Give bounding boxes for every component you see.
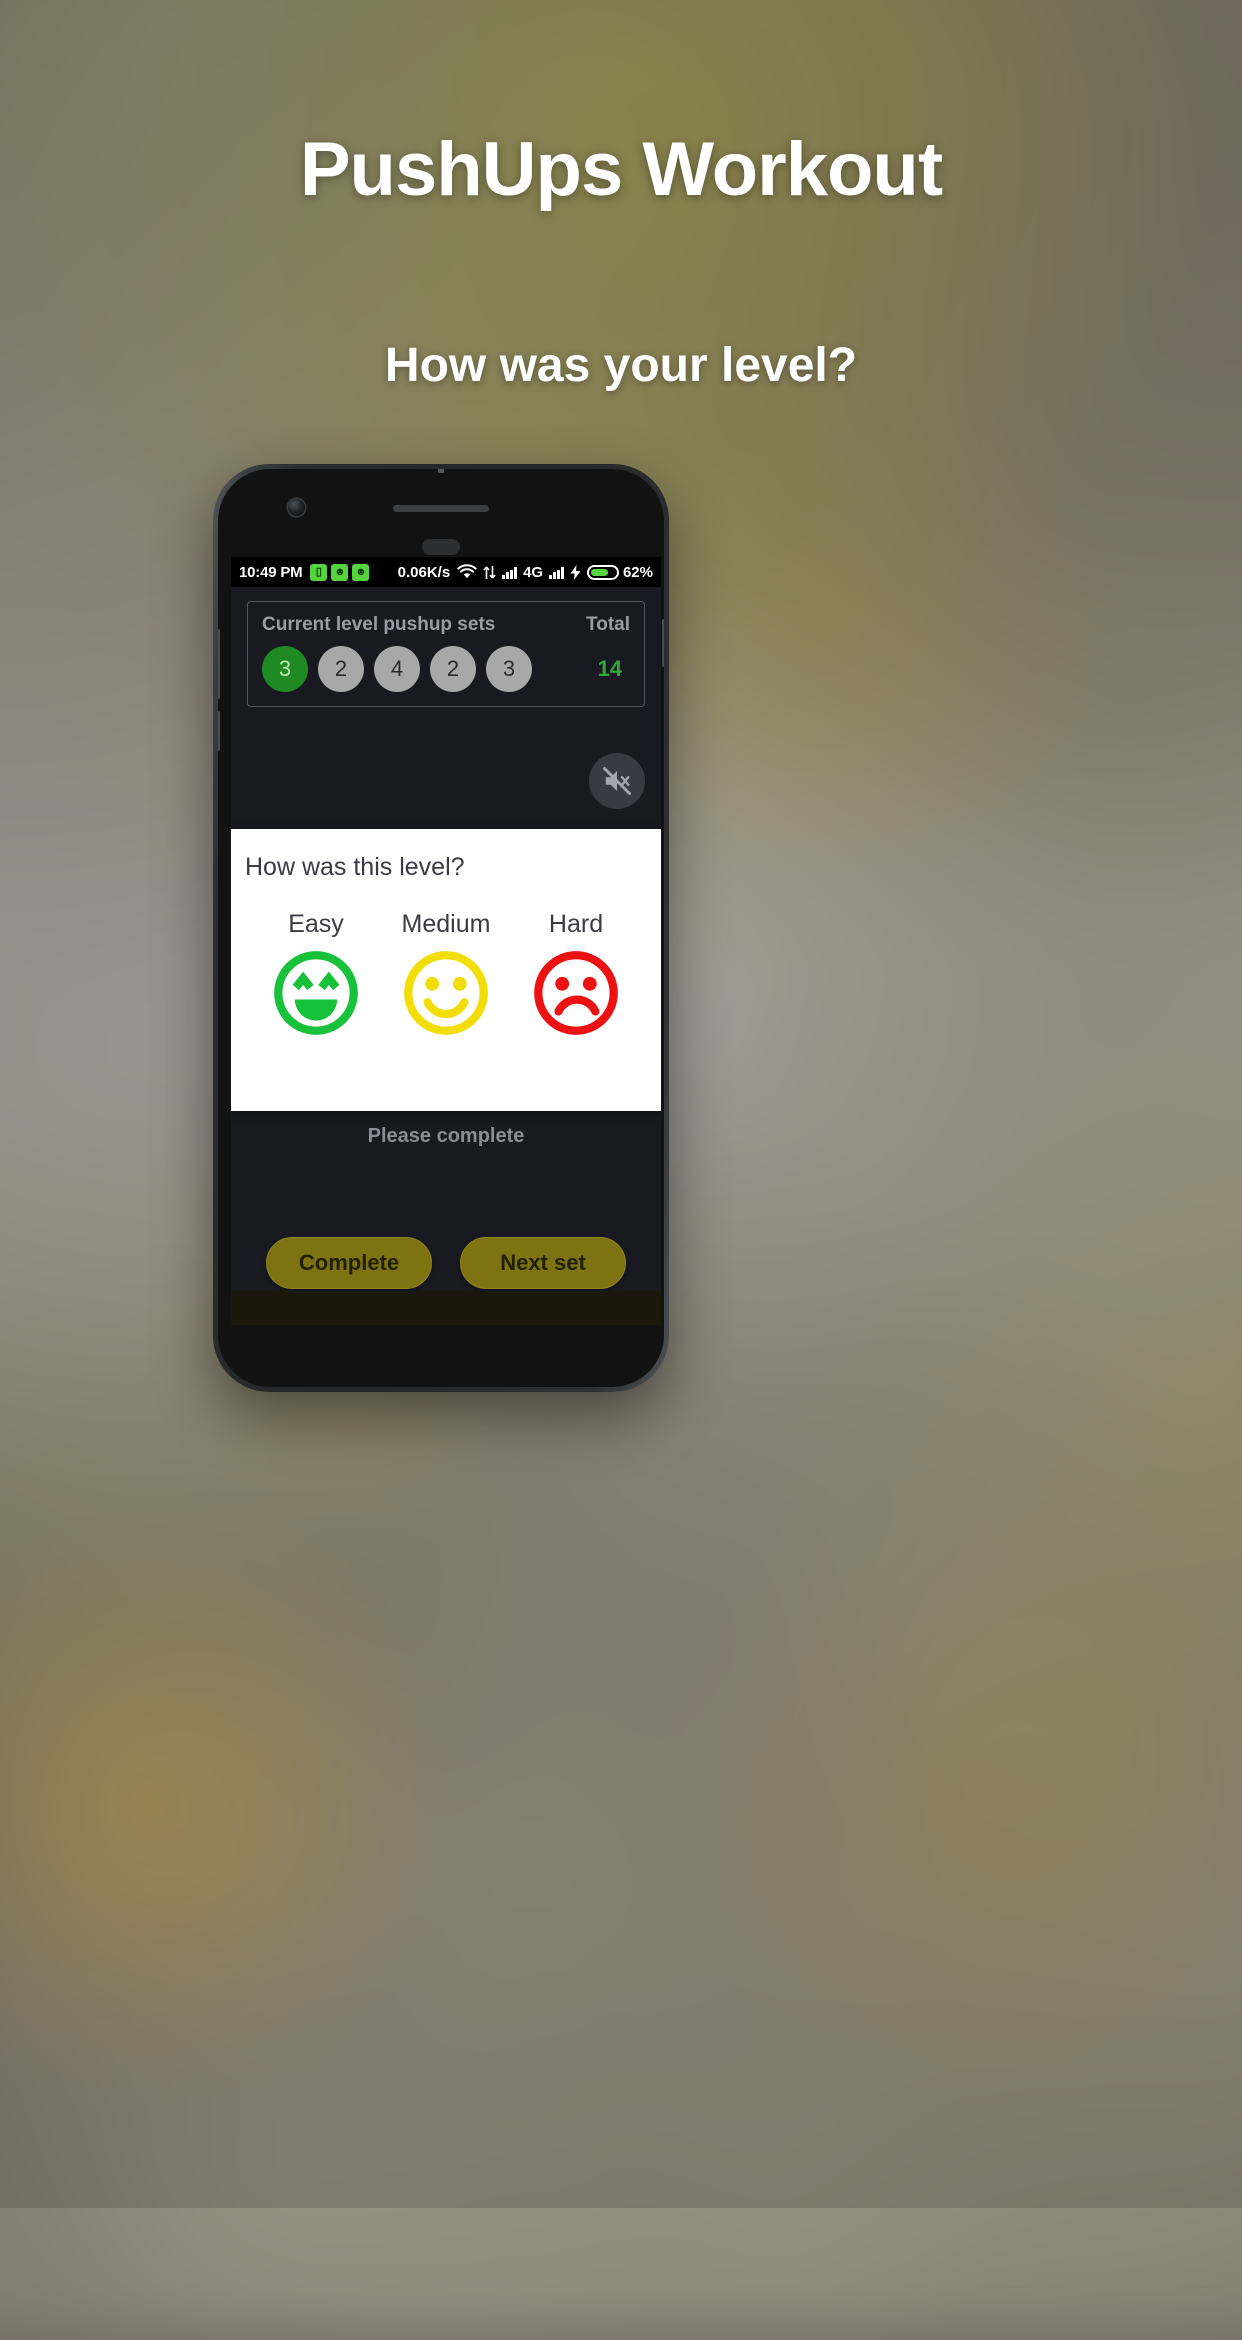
status-data-rate: 0.06K/s (397, 563, 451, 581)
neutral-smile-icon (404, 951, 488, 1035)
dialog-title: How was this level? (245, 853, 465, 881)
complete-button[interactable]: Complete (266, 1237, 432, 1289)
sad-face-icon (534, 951, 618, 1035)
rating-option-medium[interactable]: Medium (382, 910, 511, 1044)
signal-bars-icon (502, 566, 518, 579)
status-message: Please complete (367, 1125, 525, 1147)
rating-option-easy[interactable]: Easy (252, 910, 381, 1044)
page-title: PushUps Workout (299, 127, 943, 212)
android-icon: ☻ (352, 563, 370, 581)
set-bubble[interactable]: 3 (486, 646, 532, 692)
mute-button[interactable] (589, 753, 645, 809)
rating-options: Easy Medium Hard (245, 910, 647, 1044)
rating-label-hard: Hard (548, 910, 604, 938)
volume-down-button[interactable] (218, 711, 220, 751)
sim-icon: ▯ (310, 563, 328, 581)
proximity-sensor (422, 539, 460, 555)
screen-bottom-area (231, 1291, 661, 1325)
signal-bars-icon (549, 566, 564, 579)
rating-option-hard[interactable]: Hard (512, 910, 641, 1044)
dialog-inner: How was this level? Easy Medium Hard (231, 829, 661, 1044)
battery-percent: 62% (622, 563, 653, 581)
level-feedback-dialog: How was this level? Easy Medium Hard (231, 829, 661, 1111)
volume-muted-icon (603, 767, 631, 795)
happy-face-icon (274, 951, 358, 1035)
sets-row: 3 2 4 2 3 14 (262, 646, 630, 692)
sets-card-title: Current level pushup sets (262, 614, 496, 635)
battery-icon (586, 564, 619, 580)
set-bubble[interactable]: 2 (430, 646, 476, 692)
status-bar: 10:49 PM ▯ ☻ ☻ 0.06K/s 4G 62% (231, 557, 661, 587)
app-content: Current level pushup sets Total 3 2 4 2 … (231, 601, 661, 1325)
phone-screen: 10:49 PM ▯ ☻ ☻ 0.06K/s 4G 62% Current le… (231, 557, 661, 1325)
total-label: Total (586, 614, 630, 635)
phone-mockup: 10:49 PM ▯ ☻ ☻ 0.06K/s 4G 62% Current le… (213, 464, 669, 1392)
sets-card: Current level pushup sets Total 3 2 4 2 … (247, 601, 645, 707)
network-type-label: 4G (523, 563, 544, 581)
action-button-row: Complete Next set (249, 1237, 643, 1289)
wifi-icon (457, 564, 477, 580)
rating-label-easy: Easy (288, 910, 344, 938)
set-bubbles: 3 2 4 2 3 (262, 646, 532, 692)
next-set-button[interactable]: Next set (460, 1237, 626, 1289)
charging-bolt-icon (570, 564, 581, 580)
antenna-line (438, 469, 444, 473)
set-bubble[interactable]: 4 (374, 646, 420, 692)
phone-body: 10:49 PM ▯ ☻ ☻ 0.06K/s 4G 62% Current le… (218, 469, 664, 1387)
rating-label-medium: Medium (401, 910, 491, 938)
front-camera-icon (288, 499, 305, 516)
set-bubble[interactable]: 2 (318, 646, 364, 692)
set-bubble[interactable]: 3 (262, 646, 308, 692)
volume-up-button[interactable] (218, 629, 220, 699)
page-subtitle: How was your level? (384, 339, 858, 392)
total-value: 14 (597, 656, 622, 681)
status-time: 10:49 PM (239, 563, 303, 581)
data-transfer-icon (483, 565, 496, 580)
earpiece-speaker (393, 505, 489, 512)
sets-card-header: Current level pushup sets Total (262, 614, 630, 636)
power-button[interactable] (662, 619, 664, 667)
android-icon: ☻ (331, 563, 349, 581)
